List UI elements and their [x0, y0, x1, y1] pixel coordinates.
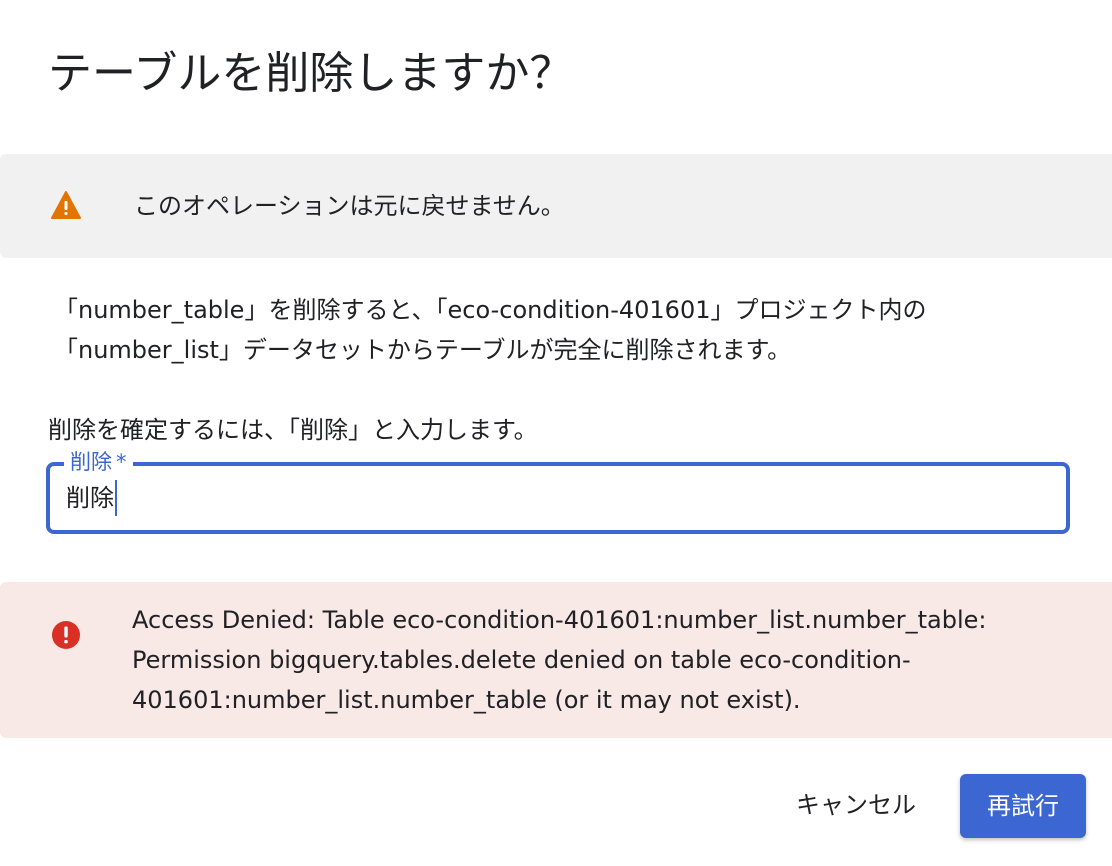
- delete-description: 「number_table」を削除すると、「eco-condition-4016…: [54, 290, 1074, 370]
- description-line: 「number_table」を削除すると、「eco-condition-4016…: [54, 296, 927, 324]
- delete-table-dialog: テーブルを削除しますか？ このオペレーションは元に戻せません。 「number_…: [0, 0, 1112, 866]
- required-marker: *: [116, 450, 127, 474]
- dialog-title: テーブルを削除しますか？: [48, 48, 574, 99]
- description-line: 「number_list」データセットからテーブルが完全に削除されます。: [54, 336, 792, 364]
- warning-icon: [51, 191, 81, 219]
- error-line: 401601:number_list.number_table (or it m…: [132, 686, 801, 714]
- input-label-text: 削除: [70, 450, 112, 474]
- retry-button[interactable]: 再試行: [960, 774, 1086, 838]
- error-line: Permission bigquery.tables.delete denied…: [132, 646, 911, 674]
- input-label: 削除 *: [64, 448, 133, 476]
- warning-text: このオペレーションは元に戻せません。: [134, 192, 565, 220]
- error-icon: [52, 621, 80, 649]
- confirm-instruction: 削除を確定するには、「削除」と入力します。: [48, 416, 538, 444]
- confirm-delete-input[interactable]: 削除 * 削除: [46, 448, 1070, 534]
- error-message: Access Denied: Table eco-condition-40160…: [132, 600, 1032, 720]
- cancel-button[interactable]: キャンセル: [776, 774, 936, 836]
- error-line: Access Denied: Table eco-condition-40160…: [132, 606, 987, 634]
- input-value[interactable]: 削除: [66, 480, 117, 516]
